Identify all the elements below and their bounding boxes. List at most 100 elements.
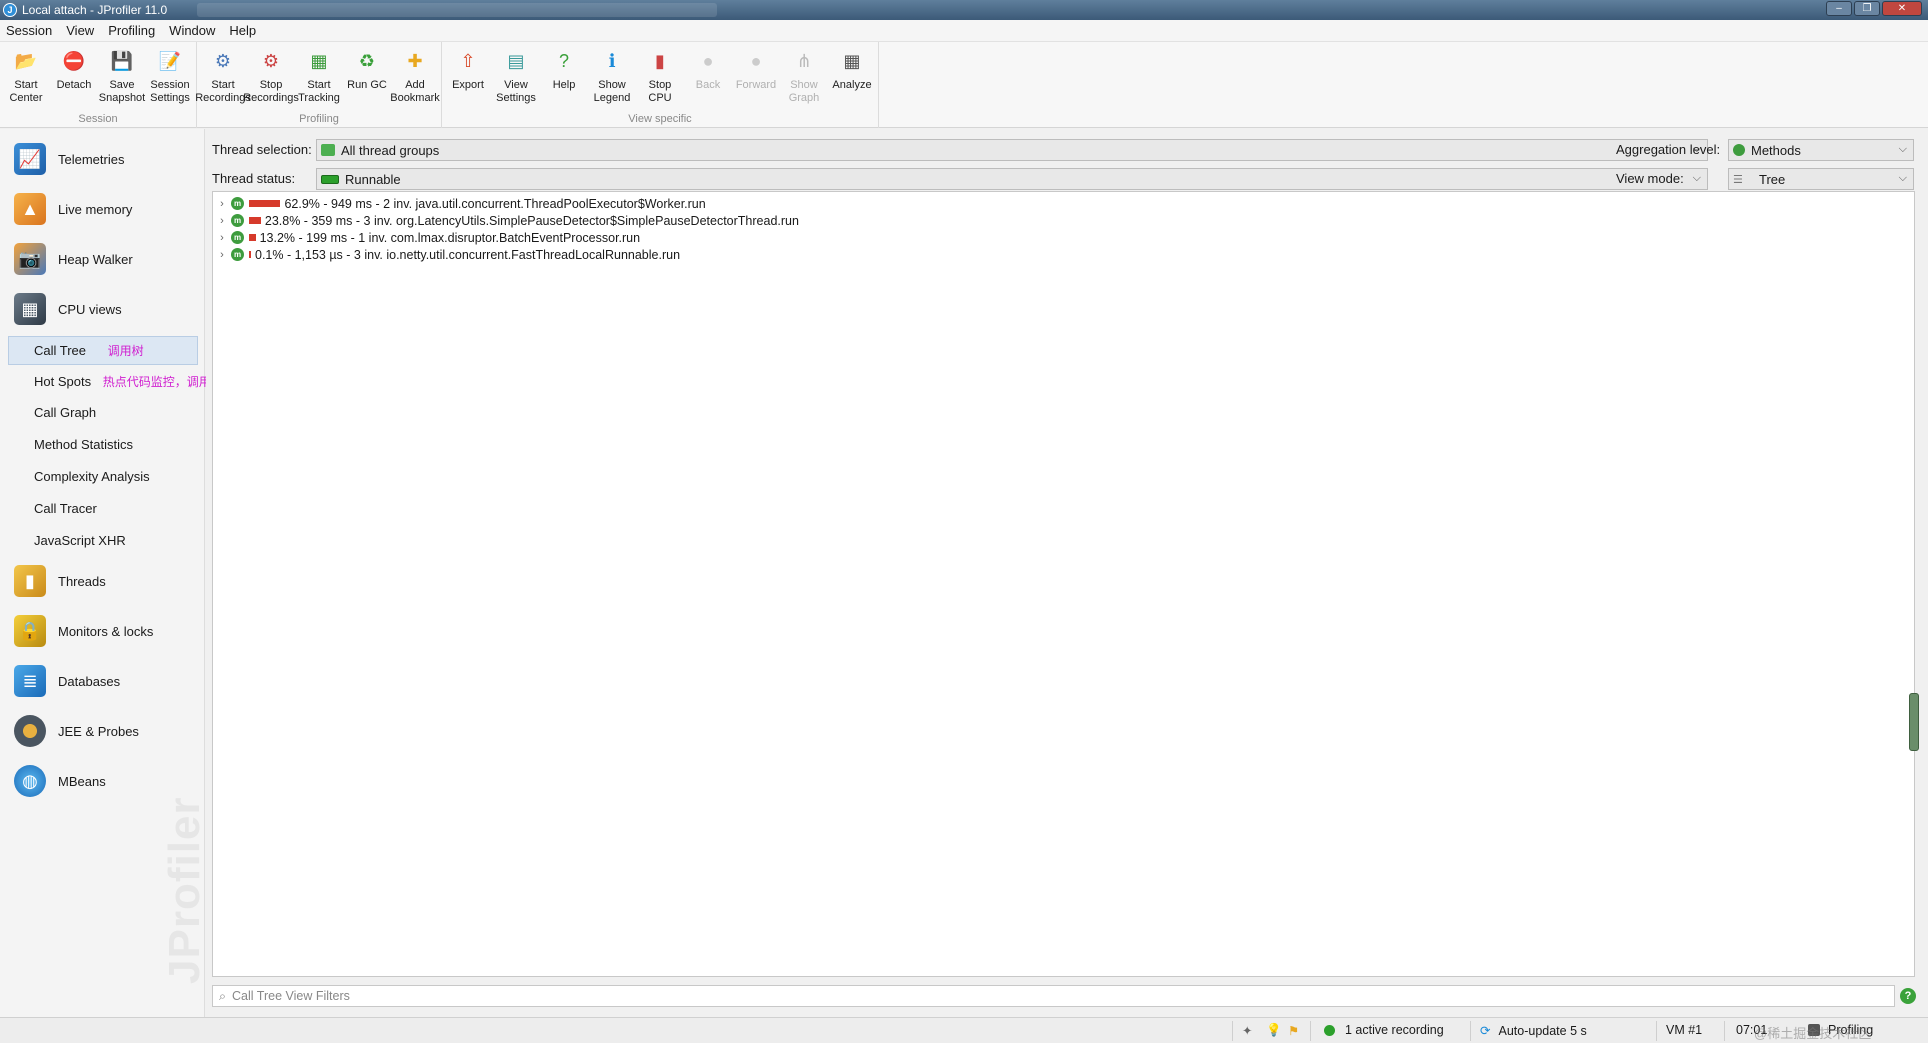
expand-chevron-icon[interactable]: › [213, 215, 231, 227]
aggregation-level-label: Aggregation level: [1616, 142, 1721, 157]
run-gc-icon: ♻ [358, 50, 376, 71]
percentage-bar [249, 217, 261, 224]
toolbar-group-label: View specific [628, 113, 692, 125]
side-scroll-handle[interactable] [1909, 693, 1919, 751]
chevron-down-icon: ⌵ [1898, 172, 1907, 184]
add-bookmark-icon: ✚ [407, 50, 423, 71]
tree-row-text: 23.8% - 359 ms - 3 inv. org.LatencyUtils… [264, 213, 799, 228]
auto-update-text: Auto-update 5 s [1498, 1023, 1587, 1038]
jprofiler-app-icon[interactable]: J [3, 3, 17, 17]
call-tree-annotation: 调用树 [107, 344, 144, 358]
minimize-button[interactable]: – [1826, 1, 1852, 16]
probes-icon [14, 715, 46, 747]
toolbar-button-label: Help [552, 79, 576, 91]
sidebar-sub-label: Call Tree [34, 343, 87, 358]
stop-cpu-icon: ▮ [655, 50, 665, 71]
close-button[interactable]: ✕ [1882, 1, 1922, 16]
databases-icon: ≣ [14, 665, 46, 697]
view-settings-icon: ▤ [507, 50, 525, 71]
maximize-button[interactable]: ❐ [1854, 1, 1880, 16]
sidebar-item-threads[interactable]: ▮ Threads [14, 561, 106, 601]
sidebar-item-monitors-locks[interactable]: 🔒 Monitors & locks [14, 611, 153, 651]
menu-view[interactable]: View [66, 23, 94, 38]
sidebar-item-label: JEE & Probes [58, 723, 139, 739]
taskbar-tabs [197, 3, 718, 17]
flag-icon[interactable]: ⚑ [1288, 1023, 1299, 1038]
expand-chevron-icon[interactable]: › [213, 249, 231, 261]
menu-session[interactable]: Session [6, 23, 52, 38]
thread-status-value: Runnable [345, 171, 401, 187]
tree-row[interactable]: › m 62.9% - 949 ms - 2 inv. java.util.conc… [213, 195, 706, 212]
aggregation-level-dropdown[interactable]: Methods ⌵ [1728, 139, 1914, 161]
session-settings-icon: 📝 [158, 50, 182, 71]
toolbar-button-label: Export [452, 79, 484, 91]
toolbar-group-view-specific: ⇧ Export ▤ View Settings? Help ℹ Show Legend ▮ S… [442, 42, 879, 128]
start-recordings-icon: ⚙ [214, 50, 232, 71]
chevron-down-icon: ⌵ [1692, 172, 1701, 184]
chevron-down-icon: ⌵ [1898, 143, 1907, 155]
sidebar-sub-call-graph[interactable]: Call Graph [34, 405, 96, 420]
status-separator [1724, 1021, 1725, 1041]
toolbar-button-label: Start Tracking [298, 79, 340, 104]
tree-row[interactable]: › m 13.2% - 199 ms - 1 inv. com.lmax.disru… [213, 229, 640, 246]
back-icon: ● [702, 50, 714, 71]
view-mode-dropdown[interactable]: ☰ Tree ⌵ [1728, 168, 1914, 190]
menu-profiling[interactable]: Profiling [108, 23, 155, 38]
stop-recordings-icon: ⚙ [262, 50, 280, 71]
sidebar-item-cpu-views[interactable]: ▦ CPU views [14, 289, 122, 329]
jprofiler-watermark: JProfiler [160, 796, 209, 984]
telemetries-icon: 📈 [14, 143, 46, 175]
auto-update-status[interactable]: ⟳ Auto-update 5 s [1480, 1023, 1587, 1039]
tree-row-text: 0.1% - 1,153 µs - 3 inv. io.netty.util.c… [255, 247, 681, 262]
lightbulb-icon[interactable]: 💡 [1266, 1023, 1282, 1038]
title-bar: J Local attach - JProfiler 11.0 – ❐ ✕ [0, 0, 1928, 20]
menu-window[interactable]: Window [169, 23, 215, 38]
recording-status[interactable]: 1 active recording [1324, 1023, 1444, 1037]
graph-icon: ⋔ [796, 50, 812, 71]
sidebar-sub-method-statistics[interactable]: Method Statistics [34, 437, 133, 452]
toolbar-group-profiling: ⚙ Start Recordings ⚙ Stop Recordings ▦ Start … [195, 42, 442, 128]
live-memory-icon: ▲ [14, 193, 46, 225]
sidebar-item-databases[interactable]: ≣ Databases [14, 661, 120, 701]
tree-row[interactable]: › m 0.1% - 1,153 µs - 3 inv. io.netty.util… [213, 246, 680, 263]
sidebar-item-live-memory[interactable]: ▲ Live memory [14, 189, 132, 229]
sidebar-item-label: Databases [58, 673, 121, 689]
call-tree-filter-input[interactable]: ⌕ Call Tree View Filters [212, 985, 1895, 1007]
sidebar-item-telemetries[interactable]: 📈 Telemetries [14, 139, 124, 179]
help-icon: ? [558, 50, 569, 71]
menu-help[interactable]: Help [229, 23, 256, 38]
expand-chevron-icon[interactable]: › [213, 198, 231, 210]
tree-row-text: 13.2% - 199 ms - 1 inv. com.lmax.disrupt… [259, 230, 641, 245]
sidebar-item-jee-probes[interactable]: JEE & Probes [14, 711, 139, 751]
sidebar-sub-call-tree[interactable]: Call Tree 调用树 [34, 342, 144, 359]
sidebar-item-mbeans[interactable]: ◍ MBeans [14, 761, 106, 801]
thread-selection-label: Thread selection: [212, 142, 312, 157]
sidebar-sub-complexity-analysis[interactable]: Complexity Analysis [34, 469, 150, 484]
sidebar-sub-javascript-xhr[interactable]: JavaScript XHR [34, 533, 126, 548]
sidebar-item-label: Live memory [58, 201, 133, 217]
call-tree[interactable]: › m 62.9% - 949 ms - 2 inv. java.util.conc… [212, 191, 1915, 977]
recording-dot-icon [1324, 1024, 1335, 1036]
search-icon: ⌕ [219, 988, 227, 1003]
thread-status-label: Thread status: [212, 171, 296, 186]
analyze-icon: ▦ [843, 50, 861, 71]
tree-row[interactable]: › m 23.8% - 359 ms - 3 inv. org.LatencyUti… [213, 212, 799, 229]
sidebar: 📈 Telemetries ▲ Live memory 📷 Heap Walke… [0, 129, 391, 1017]
tree-icon: ☰ [1733, 174, 1743, 186]
thread-status-dropdown[interactable]: Runnable ⌵ [316, 168, 1708, 190]
sidebar-item-heap-walker[interactable]: 📷 Heap Walker [14, 239, 133, 279]
status-bar: ✦ 💡 ⚑ 1 active recording ⟳ Auto-update 5… [0, 1017, 1928, 1043]
toolbar-button-label: Show Graph [788, 79, 820, 104]
method-icon: m [231, 214, 244, 227]
thread-selection-value: All thread groups [341, 142, 440, 158]
sidebar-item-label: MBeans [58, 773, 106, 789]
help-icon[interactable]: ? [1900, 988, 1916, 1004]
percentage-bar [249, 200, 281, 207]
status-separator [1232, 1021, 1233, 1041]
sidebar-sub-call-tracer[interactable]: Call Tracer [34, 501, 97, 516]
view-mode-value: Tree [1759, 171, 1786, 187]
pin-icon[interactable]: ✦ [1242, 1023, 1252, 1038]
thread-selection-dropdown[interactable]: All thread groups ⌵ [316, 139, 1708, 161]
expand-chevron-icon[interactable]: › [213, 232, 231, 244]
sidebar-item-label: Monitors & locks [58, 623, 154, 639]
